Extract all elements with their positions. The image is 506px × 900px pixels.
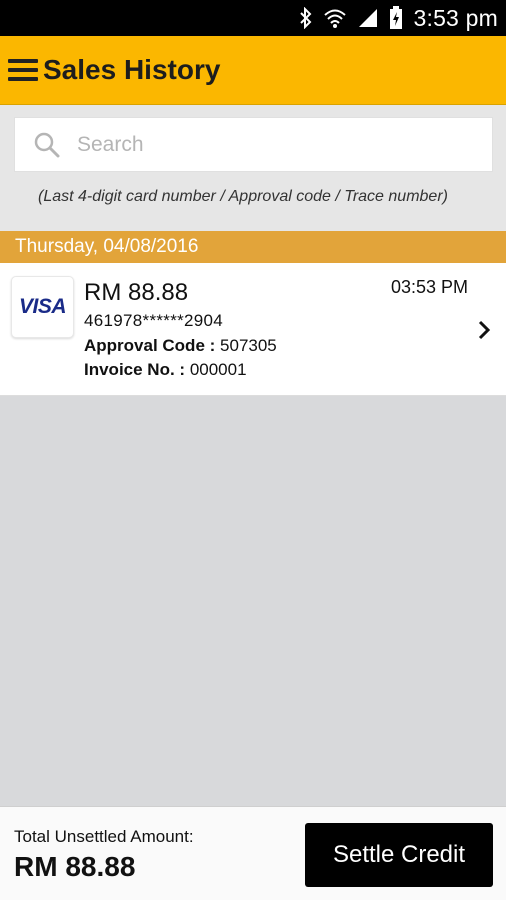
search-hint: (Last 4-digit card number / Approval cod…: [38, 188, 448, 205]
wifi-icon: [323, 6, 347, 30]
invoice-value: 000001: [189, 360, 247, 379]
settle-credit-button[interactable]: Settle Credit: [305, 823, 493, 887]
total-unsettled-label: Total Unsettled Amount:: [14, 827, 194, 846]
transaction-time: 03:53 PM: [390, 277, 468, 297]
approval-code-label: Approval Code :: [84, 336, 216, 355]
bluetooth-icon: [299, 6, 313, 30]
approval-code-value: 507305: [220, 336, 277, 355]
app-bar: Sales History: [0, 36, 506, 105]
status-bar: 3:53 pm: [0, 0, 506, 36]
signal-icon: [357, 6, 379, 30]
search-icon: [34, 132, 60, 157]
masked-card-number: 461978******2904: [84, 311, 224, 330]
date-header: Thursday, 04/08/2016: [0, 231, 506, 263]
total-unsettled-value: RM 88.88: [14, 851, 136, 882]
transaction-row[interactable]: VISA RM 88.88 03:53 PM 461978******2904 …: [0, 263, 506, 396]
bottom-bar: Total Unsettled Amount: RM 88.88 Settle …: [0, 806, 506, 900]
hamburger-menu-icon[interactable]: [8, 58, 38, 82]
search-area: (Last 4-digit card number / Approval cod…: [0, 105, 506, 231]
approval-code-line: Approval Code : 507305: [84, 336, 277, 356]
chevron-right-icon[interactable]: [476, 319, 492, 341]
page-title: Sales History: [43, 54, 221, 85]
visa-logo: VISA: [11, 276, 74, 338]
invoice-line: Invoice No. : 000001: [84, 360, 247, 380]
status-time: 3:53 pm: [413, 4, 498, 31]
search-input[interactable]: [75, 131, 459, 158]
search-box[interactable]: [14, 117, 493, 172]
battery-icon: [389, 6, 403, 30]
invoice-label: Invoice No. :: [84, 360, 186, 379]
transaction-amount: RM 88.88: [84, 279, 189, 306]
